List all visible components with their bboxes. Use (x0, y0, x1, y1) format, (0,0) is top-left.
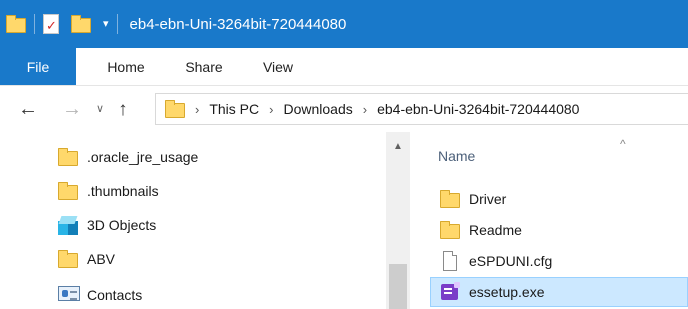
navigation-bar: ← → ∨ ↑ › This PC › Downloads › eb4-ebn-… (0, 86, 688, 132)
folder-icon (58, 182, 78, 200)
folder-icon (165, 100, 185, 118)
tab-file[interactable]: File (0, 48, 76, 85)
folder-icon (440, 190, 460, 208)
nav-item-abv[interactable]: ABV (58, 242, 115, 276)
nav-item-label: .oracle_jre_usage (87, 149, 199, 165)
nav-item-label: ABV (87, 251, 116, 267)
window-title: eb4-ebn-Uni-3264bit-720444080 (129, 15, 347, 33)
breadcrumb-separator[interactable]: › (195, 102, 199, 117)
scroll-up-arrow-icon[interactable]: ▲ (386, 140, 410, 154)
document-icon (443, 251, 457, 271)
exe-icon (441, 282, 460, 300)
navigation-pane: .oracle_jre_usage .thumbnails 3D Objects… (0, 132, 412, 309)
file-list-pane: ^ Name Driver Readme eSPDUNI.cfg essetup… (412, 132, 688, 309)
customize-dropdown-icon[interactable]: ▾ (103, 18, 109, 30)
3d-objects-icon (58, 216, 78, 235)
back-arrow-icon[interactable]: ← (18, 99, 38, 119)
file-name: essetup.exe (469, 284, 545, 300)
breadcrumb-separator[interactable]: › (269, 102, 273, 117)
breadcrumb-downloads[interactable]: Downloads (283, 101, 352, 117)
nav-item-3d-objects[interactable]: 3D Objects (58, 208, 156, 242)
breadcrumb-this-pc[interactable]: This PC (209, 101, 259, 117)
forward-arrow-icon[interactable]: → (62, 99, 82, 119)
nav-item-thumbnails[interactable]: .thumbnails (58, 174, 159, 208)
folder-icon (58, 250, 78, 268)
address-bar[interactable]: › This PC › Downloads › eb4-ebn-Uni-3264… (155, 93, 688, 125)
nav-item-label: .thumbnails (87, 183, 159, 199)
new-folder-icon[interactable] (71, 15, 93, 33)
nav-item-contacts[interactable]: Contacts (58, 278, 142, 309)
tab-share[interactable]: Share (172, 48, 236, 85)
toolbar-divider (116, 14, 118, 34)
scroll-thumb[interactable] (389, 264, 407, 309)
contacts-icon (58, 286, 80, 304)
title-bar: ✓ ▾ eb4-ebn-Uni-3264bit-720444080 (0, 0, 688, 48)
quick-access-toolbar: ✓ ▾ (0, 0, 126, 48)
tab-home[interactable]: Home (88, 48, 164, 85)
file-row-espduni-cfg[interactable]: eSPDUNI.cfg (430, 246, 688, 276)
up-arrow-icon[interactable]: ↑ (118, 100, 128, 119)
sort-ascending-icon: ^ (620, 137, 626, 151)
breadcrumb-separator[interactable]: › (363, 102, 367, 117)
recent-locations-icon[interactable]: ∨ (96, 103, 104, 115)
file-row-driver[interactable]: Driver (430, 184, 688, 214)
nav-item-label: 3D Objects (87, 217, 157, 233)
toolbar-divider (34, 14, 35, 34)
file-name: Driver (469, 191, 507, 207)
folder-icon[interactable] (6, 15, 26, 33)
tab-view[interactable]: View (250, 48, 306, 85)
file-row-essetup-exe[interactable]: essetup.exe (430, 277, 688, 307)
ribbon-tabs: File Home Share View (0, 48, 688, 86)
breadcrumb-current-folder[interactable]: eb4-ebn-Uni-3264bit-720444080 (377, 101, 579, 117)
nav-pane-scrollbar[interactable]: ▲ (386, 132, 410, 309)
file-name: eSPDUNI.cfg (469, 253, 553, 269)
file-name: Readme (469, 222, 522, 238)
column-header-name[interactable]: Name (438, 148, 475, 164)
folder-icon (58, 148, 78, 166)
properties-icon[interactable]: ✓ (43, 14, 59, 34)
file-row-readme[interactable]: Readme (430, 215, 688, 245)
folder-icon (440, 221, 460, 239)
nav-item-oracle-jre-usage[interactable]: .oracle_jre_usage (58, 140, 198, 174)
nav-item-label: Contacts (87, 287, 143, 303)
